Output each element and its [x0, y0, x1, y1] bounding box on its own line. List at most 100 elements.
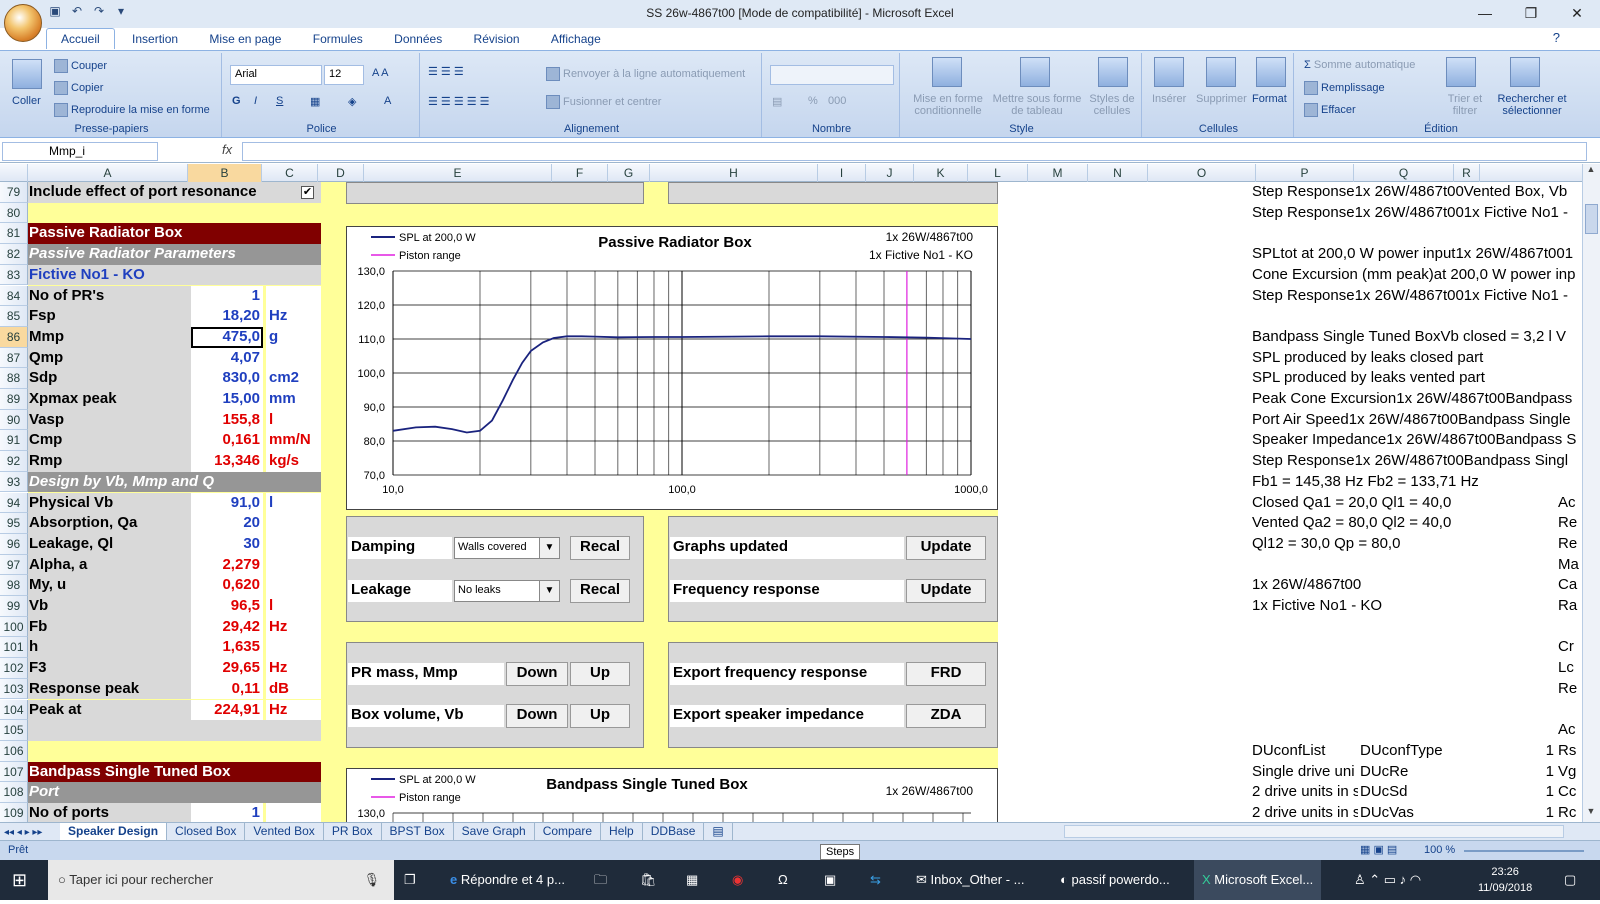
port-resonance-checkbox[interactable]: ✔	[301, 186, 314, 199]
zoom-slider[interactable]	[1464, 850, 1584, 852]
row-header[interactable]: 90	[0, 409, 28, 431]
scroll-down-icon[interactable]: ▼	[1583, 806, 1599, 822]
clock[interactable]: 23:26 11/09/2018	[1478, 864, 1532, 904]
zoom-level[interactable]: 100 %	[1424, 844, 1455, 856]
file-explorer-icon[interactable]: 🗀	[594, 860, 607, 900]
thousands-button[interactable]: 000	[828, 95, 846, 107]
passive-radiator-chart[interactable]: 130,0 120,0 110,0 100,0 90,0 80,0 70,0 10,0 100,…	[346, 226, 998, 510]
clear-button[interactable]: Effacer	[1304, 103, 1356, 117]
formula-input[interactable]	[242, 142, 1587, 161]
param-value[interactable]: 96,5	[191, 596, 263, 617]
customize-qat-icon[interactable]: ▾	[112, 4, 130, 22]
bandpass-chart[interactable]: SPL at 200,0 W Piston range Bandpass Singl…	[346, 768, 998, 828]
cut-button[interactable]: Couper	[54, 59, 107, 73]
row-header[interactable]: 98	[0, 575, 28, 596]
find-select-button[interactable]: Rechercher et sélectionner	[1492, 93, 1572, 117]
recal-leakage-button[interactable]: Recal	[570, 579, 630, 603]
sheet-tab-save-graph[interactable]: Save Graph	[454, 823, 535, 840]
new-sheet-icon[interactable]: ▤	[704, 823, 733, 840]
scroll-up-icon[interactable]: ▲	[1583, 164, 1599, 180]
param-value[interactable]: 18,20	[191, 306, 263, 327]
column-header-q[interactable]: Q	[1354, 164, 1454, 182]
leakage-select[interactable]: No leaks ▼	[454, 580, 560, 602]
autosum-button[interactable]: Σ Somme automatique	[1304, 59, 1415, 71]
currency-icon[interactable]: ▤	[772, 95, 782, 108]
column-header-f[interactable]: F	[552, 164, 608, 182]
font-size-select[interactable]: 12	[324, 65, 364, 85]
merge-center-button[interactable]: Fusionner et centrer	[546, 95, 661, 109]
tab-donnees[interactable]: Données	[380, 29, 456, 49]
tab-revision[interactable]: Révision	[460, 29, 534, 49]
row-header[interactable]: 82	[0, 244, 28, 265]
dropdown-arrow-icon[interactable]: ▼	[539, 581, 559, 601]
name-box[interactable]: Mmp_i	[2, 142, 158, 161]
sheet-tab-help[interactable]: Help	[601, 823, 643, 840]
param-value[interactable]: 0,11	[191, 678, 263, 700]
copy-button[interactable]: Copier	[54, 81, 103, 95]
paste-button[interactable]: Coller	[12, 95, 41, 107]
conditional-format-button[interactable]: Mise en forme conditionnelle	[910, 93, 986, 117]
microphone-icon[interactable]: 🎙	[363, 860, 380, 900]
param-value[interactable]: 29,65	[191, 658, 263, 679]
param-value[interactable]: 13,346	[191, 451, 263, 472]
borders-icon[interactable]: ▦	[310, 95, 320, 108]
sheet-tab-bpst-box[interactable]: BPST Box	[382, 823, 454, 840]
row-header[interactable]: 101	[0, 637, 28, 659]
column-header-i[interactable]: I	[818, 164, 866, 182]
taskbar-passif[interactable]: ◐ passif powerdo...	[1060, 860, 1170, 900]
font-color-icon[interactable]: A	[384, 95, 391, 107]
row-header[interactable]: 95	[0, 513, 28, 534]
row-header[interactable]: 100	[0, 616, 28, 638]
param-value[interactable]: 2,279	[191, 554, 263, 576]
param-value[interactable]: 0,620	[191, 575, 263, 596]
undo-icon[interactable]: ↶	[68, 4, 86, 22]
row-header[interactable]: 89	[0, 389, 28, 410]
row-header[interactable]: 80	[0, 202, 28, 224]
vertical-scrollbar[interactable]: ▲ ▼	[1582, 164, 1600, 822]
taskbar-search[interactable]: ○ Taper ici pour rechercher 🎙	[48, 860, 394, 900]
tab-formules[interactable]: Formules	[299, 29, 377, 49]
param-value[interactable]: 1,635	[191, 637, 263, 659]
store-icon[interactable]: 🛍	[640, 860, 657, 900]
sheet-tab-pr-box[interactable]: PR Box	[324, 823, 382, 840]
row-header[interactable]: 88	[0, 368, 28, 389]
column-header-n[interactable]: N	[1088, 164, 1148, 182]
tray-icons[interactable]: ♙ ⌃ ▭ ♪ ◠	[1354, 860, 1421, 900]
underline-button[interactable]: S	[276, 95, 283, 107]
damping-select[interactable]: Walls covered ▼	[454, 537, 560, 559]
windows-start-icon[interactable]: ⊞	[12, 860, 27, 900]
param-value[interactable]: 29,42	[191, 616, 263, 638]
sheet-tab-closed-box[interactable]: Closed Box	[167, 823, 246, 840]
recal-damping-button[interactable]: Recal	[570, 536, 630, 560]
column-header-r[interactable]: R	[1454, 164, 1480, 182]
box-volume-up-button[interactable]: Up	[570, 704, 630, 728]
update-graphs-button[interactable]: Update	[906, 536, 986, 560]
select-all-corner[interactable]	[0, 164, 28, 182]
param-value[interactable]: 224,91	[191, 699, 263, 721]
row-header[interactable]: 85	[0, 306, 28, 327]
row-header[interactable]: 99	[0, 596, 28, 617]
sheet-tab-compare[interactable]: Compare	[535, 823, 602, 840]
param-value[interactable]: 20	[191, 513, 263, 534]
row-header[interactable]: 105	[0, 720, 28, 741]
table-format-button[interactable]: Mettre sous forme de tableau	[992, 93, 1082, 117]
row-header[interactable]: 83	[0, 264, 28, 286]
align-top-icon[interactable]: ☰ ☰ ☰	[428, 65, 464, 78]
row-header[interactable]: 87	[0, 347, 28, 369]
sheet-nav-icons[interactable]: ◂◂ ◂ ▸ ▸▸	[0, 827, 60, 838]
row-header[interactable]: 86	[0, 326, 28, 348]
column-header-a[interactable]: A	[28, 164, 188, 182]
row-header[interactable]: 92	[0, 451, 28, 472]
sheet-tab-speaker-design[interactable]: Speaker Design	[60, 823, 168, 840]
tab-mise-en-page[interactable]: Mise en page	[195, 29, 295, 49]
param-value[interactable]: 155,8	[191, 409, 263, 431]
sort-filter-button[interactable]: Trier et filtrer	[1440, 93, 1490, 117]
param-value[interactable]: 91,0	[191, 492, 263, 514]
italic-button[interactable]: I	[254, 95, 257, 107]
align-left-icon[interactable]: ☰ ☰ ☰ ☰ ☰	[428, 95, 490, 108]
param-value[interactable]: 1	[191, 803, 263, 824]
row-header[interactable]: 79	[0, 182, 28, 203]
bold-button[interactable]: G	[232, 95, 241, 107]
scroll-thumb[interactable]	[1585, 204, 1598, 234]
task-view-icon[interactable]: ❐	[404, 860, 416, 900]
